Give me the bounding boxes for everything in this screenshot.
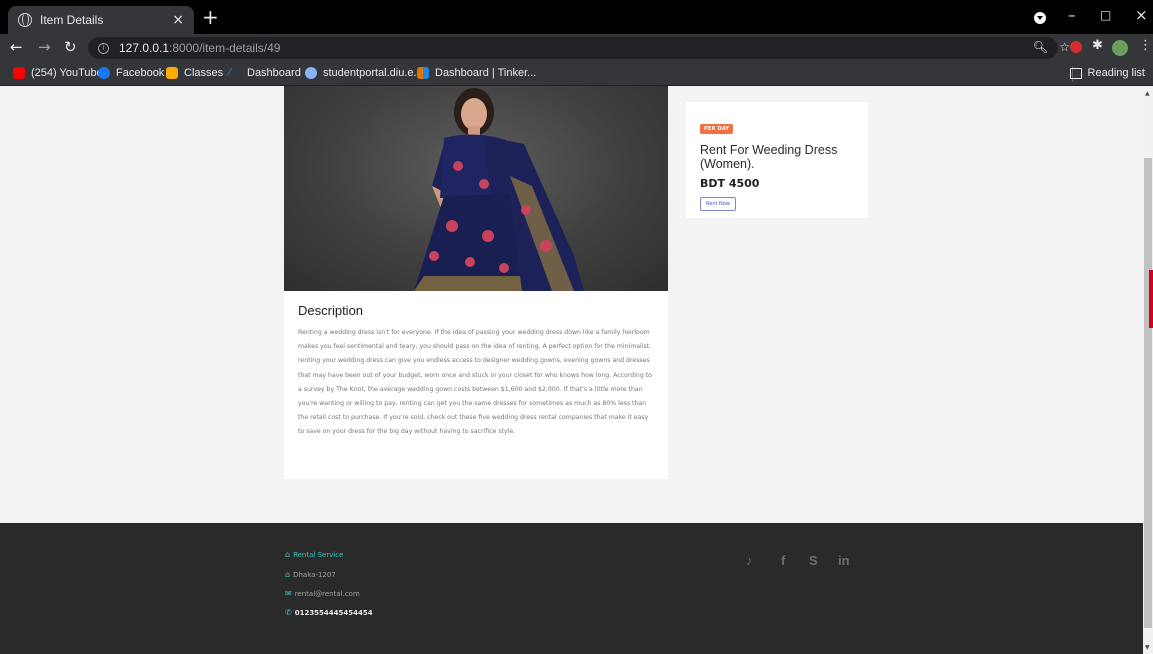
page-content: Description Renting a wedding dress isn'… bbox=[0, 86, 1143, 654]
footer-phone-label: 0123554445454454 bbox=[294, 608, 373, 617]
classroom-icon bbox=[166, 67, 178, 79]
bookmark-label: studentportal.diu.e... bbox=[323, 67, 423, 79]
new-tab-button[interactable]: + bbox=[202, 7, 219, 27]
extensions-puzzle-icon[interactable]: ✱ bbox=[1092, 38, 1103, 53]
avatar[interactable] bbox=[1112, 40, 1128, 56]
bookmark-classes[interactable]: Classes bbox=[166, 67, 223, 79]
bookmark-star-icon[interactable]: ☆ bbox=[1059, 40, 1070, 54]
bookmark-youtube[interactable]: (254) YouTube bbox=[13, 67, 103, 79]
twitter-icon[interactable]: ♪ bbox=[746, 553, 753, 568]
description-text: Renting a wedding dress isn't for everyo… bbox=[298, 329, 652, 436]
site-info-icon[interactable]: i bbox=[98, 42, 109, 54]
bookmark-label: Classes bbox=[184, 67, 224, 79]
browser-tab-bar: Item Details × + – □ × bbox=[0, 0, 1153, 34]
bookmark-label: Dashboard bbox=[247, 67, 301, 79]
forward-arrow-icon[interactable]: → bbox=[38, 38, 51, 56]
portal-icon bbox=[305, 67, 317, 79]
window-close-button[interactable]: × bbox=[1135, 6, 1148, 24]
footer-address-label: Dhaka-1207 bbox=[293, 570, 336, 579]
footer-address: ⌂ Dhaka-1207 bbox=[285, 570, 336, 579]
dashboard-icon: ⁄ bbox=[229, 65, 232, 79]
skype-icon[interactable]: S bbox=[809, 553, 818, 568]
facebook-icon[interactable]: f bbox=[781, 553, 785, 568]
footer-phone[interactable]: ✆ 0123554445454454 bbox=[285, 608, 373, 617]
scroll-up-arrow-icon[interactable]: ▲ bbox=[1145, 90, 1150, 97]
ublock-extension-icon[interactable] bbox=[1070, 41, 1082, 53]
envelope-icon: ✉ bbox=[285, 589, 292, 598]
url-host: 127.0.0.1 bbox=[119, 41, 170, 55]
footer-brand-label: Rental Service bbox=[293, 550, 344, 559]
footer-brand[interactable]: ⌂ Rental Service bbox=[285, 550, 343, 559]
page-scrollbar[interactable]: ▲ ▼ bbox=[1143, 86, 1153, 654]
phone-icon: ✆ bbox=[285, 608, 292, 617]
browser-tab[interactable]: Item Details × bbox=[8, 6, 194, 34]
tab-close-button[interactable]: × bbox=[172, 12, 184, 28]
profile-menu-icon[interactable] bbox=[1034, 12, 1046, 24]
bookmark-studentportal[interactable]: studentportal.diu.e... bbox=[305, 67, 423, 79]
description-heading: Description bbox=[298, 303, 364, 318]
bookmark-tinkercad[interactable]: Dashboard | Tinker... bbox=[417, 67, 536, 79]
side-feedback-tab[interactable] bbox=[1149, 270, 1153, 328]
reading-list-icon bbox=[1069, 67, 1082, 79]
saree-model-illustration bbox=[414, 88, 584, 291]
rental-period-badge: PER DAY bbox=[700, 124, 734, 134]
bookmark-facebook[interactable]: Facebook bbox=[98, 67, 164, 79]
reload-icon[interactable]: ↻ bbox=[64, 38, 77, 56]
address-bar[interactable]: i 127.0.0.1:8000/item-details/49 🔍︎ ☆ bbox=[88, 37, 1070, 59]
footer: ⌂ Rental Service ⌂ Dhaka-1207 ✉ rental@r… bbox=[0, 523, 1143, 654]
tinkercad-icon bbox=[417, 67, 429, 79]
minimize-button[interactable]: – bbox=[1068, 6, 1076, 24]
rent-now-button[interactable]: Rent Now bbox=[700, 197, 736, 211]
footer-email-label: rental@rental.com bbox=[294, 589, 360, 598]
bookmark-label: Dashboard | Tinker... bbox=[435, 67, 537, 79]
globe-icon bbox=[18, 13, 32, 27]
reading-list-label: Reading list bbox=[1087, 67, 1145, 79]
building-icon: ⌂ bbox=[285, 570, 291, 579]
bookmark-label: (254) YouTube bbox=[31, 67, 103, 79]
item-image bbox=[284, 86, 668, 291]
facebook-icon bbox=[98, 67, 110, 79]
item-price: BDT 4500 bbox=[700, 177, 760, 190]
linkedin-icon[interactable]: in bbox=[838, 553, 850, 568]
bookmark-dashboard[interactable]: ⁄ Dashboard bbox=[229, 65, 301, 79]
maximize-button[interactable]: □ bbox=[1100, 8, 1111, 22]
zoom-icon[interactable]: 🔍︎ bbox=[1033, 40, 1048, 54]
youtube-icon bbox=[13, 67, 25, 79]
back-arrow-icon[interactable]: ← bbox=[10, 38, 23, 56]
description-card: Description Renting a wedding dress isn'… bbox=[284, 291, 668, 479]
home-icon: ⌂ bbox=[285, 550, 291, 559]
reading-list-button[interactable]: Reading list bbox=[1069, 67, 1145, 79]
scroll-thumb[interactable] bbox=[1144, 158, 1152, 628]
item-title: Rent For Weeding Dress (Women). bbox=[700, 143, 838, 171]
item-summary-card: PER DAY Rent For Weeding Dress (Women). … bbox=[686, 102, 868, 218]
bookmarks-bar: (254) YouTube Facebook Classes ⁄ Dashboa… bbox=[0, 62, 1153, 86]
tab-title: Item Details bbox=[40, 13, 104, 27]
scroll-down-arrow-icon[interactable]: ▼ bbox=[1145, 644, 1150, 651]
kebab-menu-icon[interactable]: ⋮ bbox=[1139, 38, 1152, 53]
browser-toolbar: ← → ↻ i 127.0.0.1:8000/item-details/49 🔍… bbox=[0, 34, 1153, 62]
footer-email[interactable]: ✉ rental@rental.com bbox=[285, 589, 360, 598]
url-path: :8000/item-details/49 bbox=[169, 41, 281, 55]
bookmark-label: Facebook bbox=[116, 67, 165, 79]
